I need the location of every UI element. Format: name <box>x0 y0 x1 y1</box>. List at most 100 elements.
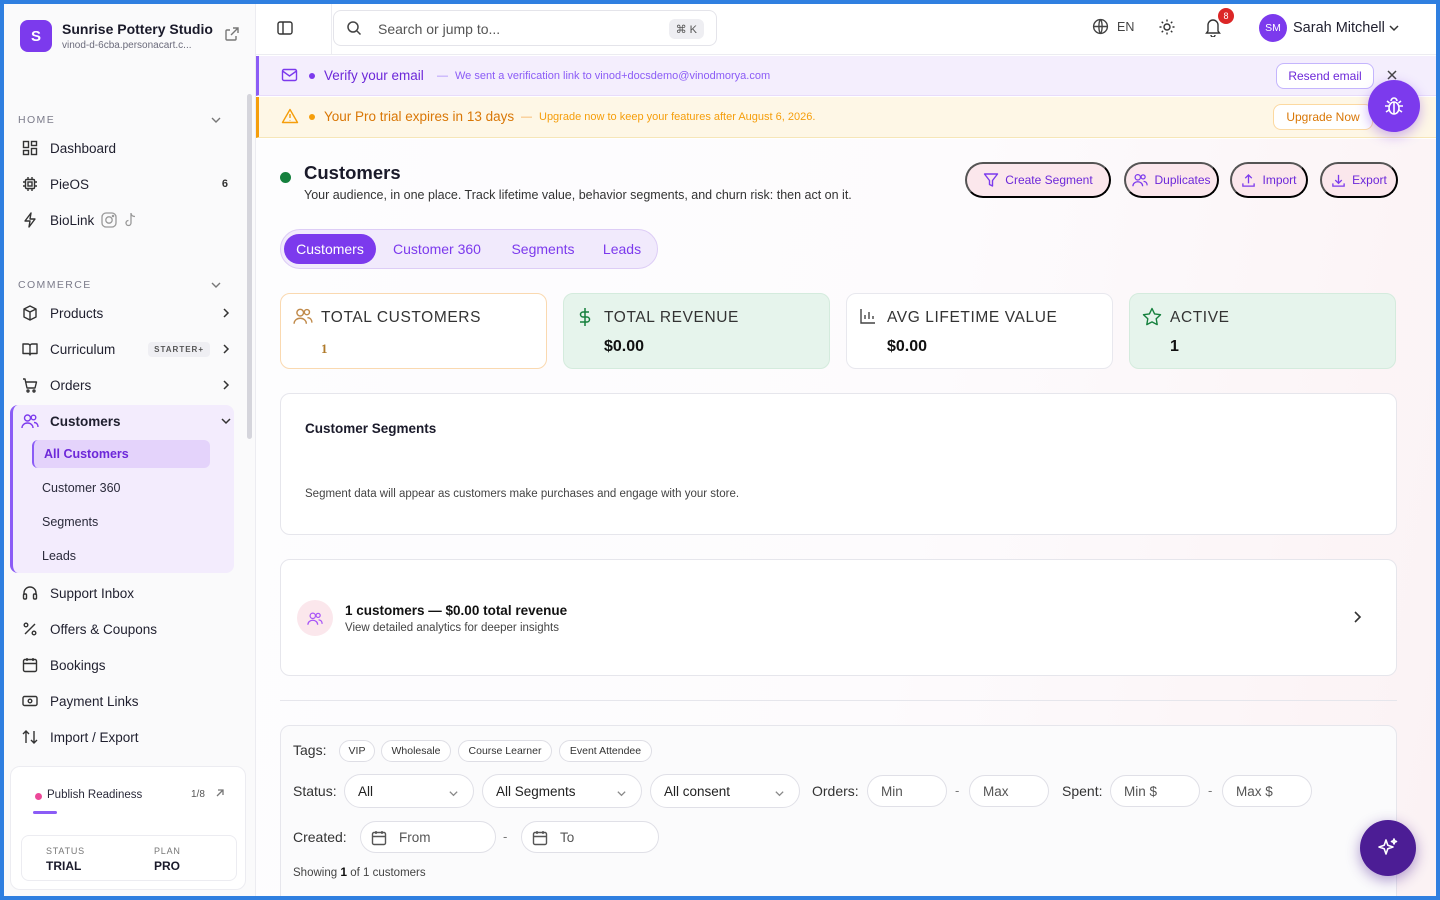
language-selector[interactable]: EN <box>1092 18 1134 35</box>
sidebar-item-products[interactable]: Products <box>18 297 232 329</box>
subnav-segments[interactable]: Segments <box>32 508 210 536</box>
sidebar-item-curriculum[interactable]: Curriculum STARTER+ <box>18 333 232 365</box>
subnav-customer-360[interactable]: Customer 360 <box>32 474 210 502</box>
stat-total-revenue: TOTAL REVENUE $0.00 <box>563 293 830 369</box>
status-select[interactable]: All <box>344 774 474 808</box>
chevron-right-icon[interactable] <box>1351 610 1363 624</box>
sidebar-item-dashboard[interactable]: Dashboard <box>18 132 232 164</box>
chevron-down-icon[interactable] <box>1388 22 1400 34</box>
users-icon <box>297 600 333 636</box>
subnav-leads[interactable]: Leads <box>32 542 210 570</box>
orders-max-input[interactable] <box>969 775 1049 807</box>
consent-select-value: All consent <box>664 783 731 799</box>
range-separator: - <box>955 783 960 798</box>
sidebar-item-payment-links[interactable]: Payment Links <box>18 685 232 717</box>
brand[interactable]: S Sunrise Pottery Studio vinod-d-6cba.pe… <box>20 18 244 58</box>
cart-icon <box>20 375 40 395</box>
publish-readiness-card[interactable]: Publish Readiness 1/8 STATUS TRIAL PLAN … <box>10 766 246 890</box>
sun-icon[interactable] <box>1158 18 1176 36</box>
created-from-date[interactable]: From <box>360 821 496 853</box>
tab-customer-360[interactable]: Customer 360 <box>385 234 489 264</box>
spent-min-input[interactable] <box>1110 775 1200 807</box>
instagram-icon[interactable] <box>100 211 118 229</box>
customer-segments-card: Customer Segments Segment data will appe… <box>280 393 1397 535</box>
download-icon <box>1332 174 1345 187</box>
mail-icon <box>281 67 298 83</box>
tab-customers[interactable]: Customers <box>284 234 376 264</box>
ai-assistant-button[interactable] <box>1360 820 1416 876</box>
sidebar-item-orders[interactable]: Orders <box>18 369 232 401</box>
bug-icon <box>1385 97 1403 115</box>
spent-max-input[interactable] <box>1222 775 1312 807</box>
tab-segments[interactable]: Segments <box>503 234 583 264</box>
calendar-icon <box>20 655 40 675</box>
sidebar-item-biolink[interactable]: BioLink <box>18 204 232 236</box>
external-link-icon[interactable] <box>224 26 240 42</box>
tab-bar: Customers Customer 360 Segments Leads <box>280 229 658 269</box>
segment-select[interactable]: All Segments <box>482 774 642 808</box>
chevron-down-icon[interactable] <box>210 114 222 126</box>
summary-subtitle: View detailed analytics for deeper insig… <box>345 622 559 634</box>
stat-value: 1 <box>321 341 328 356</box>
sidebar-item-support-inbox[interactable]: Support Inbox <box>18 577 232 609</box>
dollar-icon <box>576 307 594 327</box>
duplicates-button[interactable]: Duplicates <box>1124 162 1219 198</box>
topbar: ⌘ K EN 8 SM Sarah Mitchell <box>256 4 1436 55</box>
stat-value: $0.00 <box>887 338 928 355</box>
chevron-right-icon <box>220 307 232 319</box>
tags-label: Tags: <box>293 742 327 758</box>
to-placeholder: To <box>560 830 575 845</box>
search-input[interactable] <box>378 19 658 39</box>
created-to-date[interactable]: To <box>521 821 659 853</box>
tag-chip-event-attendee[interactable]: Event Attendee <box>559 740 652 762</box>
sidebar-item-label: Payment Links <box>50 693 139 709</box>
showing-pre: Showing <box>293 867 338 879</box>
bug-report-button[interactable] <box>1368 80 1420 132</box>
consent-select[interactable]: All consent <box>650 774 800 808</box>
resend-email-button[interactable]: Resend email <box>1276 63 1374 89</box>
payment-icon <box>20 691 40 711</box>
tag-chip-wholesale[interactable]: Wholesale <box>381 740 451 762</box>
publish-progress-bar <box>33 811 57 814</box>
lightning-icon <box>20 210 40 230</box>
sidebar-item-offers-coupons[interactable]: Offers & Coupons <box>18 613 232 645</box>
tab-leads[interactable]: Leads <box>593 234 651 264</box>
segment-select-value: All Segments <box>496 783 576 799</box>
upgrade-now-button[interactable]: Upgrade Now <box>1273 104 1373 130</box>
sidebar-item-bookings[interactable]: Bookings <box>18 649 232 681</box>
tiktok-icon[interactable] <box>124 212 138 228</box>
verify-email-banner: Verify your email — We sent a verificati… <box>256 56 1436 96</box>
sidebar: S Sunrise Pottery Studio vinod-d-6cba.pe… <box>4 4 256 896</box>
sidebar-item-label: Dashboard <box>50 140 117 156</box>
user-name[interactable]: Sarah Mitchell <box>1293 20 1385 36</box>
sidebar-item-pieos[interactable]: PieOS 6 <box>18 168 232 200</box>
pieos-count: 6 <box>221 178 228 190</box>
brand-name: Sunrise Pottery Studio <box>62 21 213 37</box>
arrow-up-right-icon[interactable] <box>215 788 225 798</box>
create-segment-button[interactable]: Create Segment <box>965 162 1111 198</box>
orders-min-input[interactable] <box>867 775 947 807</box>
status-select-value: All <box>358 783 374 799</box>
status-dot <box>309 73 315 79</box>
sidebar-item-customers[interactable]: Customers <box>18 405 232 437</box>
showing-post: of 1 customers <box>350 867 426 879</box>
tag-chip-course-learner[interactable]: Course Learner <box>458 740 552 762</box>
sidebar-item-import-export[interactable]: Import / Export <box>18 721 232 753</box>
stat-label: TOTAL REVENUE <box>604 309 739 326</box>
import-button[interactable]: Import <box>1230 162 1308 198</box>
page-subtitle: Your audience, in one place. Track lifet… <box>304 188 852 202</box>
tag-chip-vip[interactable]: VIP <box>339 740 375 762</box>
export-button[interactable]: Export <box>1320 162 1398 198</box>
avatar[interactable]: SM <box>1259 14 1287 42</box>
sidebar-scrollbar[interactable] <box>247 94 252 439</box>
chevron-down-icon[interactable] <box>210 279 222 291</box>
filter-icon <box>984 173 999 187</box>
summary-title: 1 customers — $0.00 total revenue <box>345 603 568 618</box>
sidebar-toggle-icon[interactable] <box>276 19 294 37</box>
separator: — <box>521 111 532 123</box>
search-box[interactable]: ⌘ K <box>333 10 717 46</box>
users-icon <box>1132 174 1149 187</box>
analytics-summary-card[interactable]: 1 customers — $0.00 total revenue View d… <box>280 559 1397 676</box>
subnav-all-customers[interactable]: All Customers <box>32 440 210 468</box>
plan-badge: STARTER+ <box>148 341 210 357</box>
